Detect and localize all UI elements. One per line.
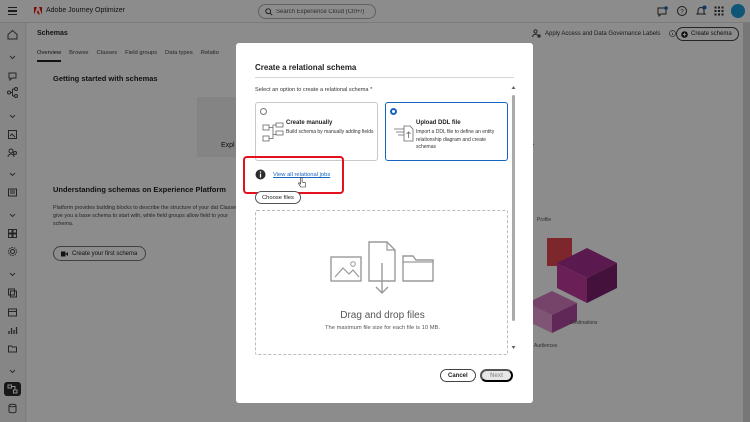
dropzone-title: Drag and drop files bbox=[340, 310, 425, 321]
files-illustration-icon bbox=[330, 241, 434, 294]
option-prompt: Select an option to create a relational … bbox=[255, 87, 372, 93]
create-manually-option[interactable]: Create manually Build schema by manually… bbox=[255, 102, 378, 161]
cancel-button[interactable]: Cancel bbox=[440, 369, 476, 382]
choose-files-button[interactable]: Choose files bbox=[255, 191, 301, 204]
upload-ddl-option[interactable]: Upload DDL file Import a DDL file to def… bbox=[385, 102, 508, 161]
hand-cursor-icon bbox=[298, 177, 306, 188]
create-manually-radio[interactable] bbox=[260, 108, 267, 115]
file-dropzone[interactable]: Drag and drop files The maximum file siz… bbox=[255, 210, 508, 355]
manual-schema-icon bbox=[262, 122, 284, 142]
dialog-title: Create a relational schema bbox=[255, 63, 357, 72]
upload-ddl-title: Upload DDL file bbox=[416, 120, 461, 126]
create-manually-title: Create manually bbox=[286, 120, 333, 126]
upload-ddl-radio[interactable] bbox=[390, 108, 397, 115]
dialog-scrollbar-thumb[interactable] bbox=[512, 95, 515, 321]
scroll-up-icon[interactable] bbox=[511, 85, 516, 90]
create-manually-desc: Build schema by manually adding fields bbox=[286, 129, 374, 135]
create-relational-schema-dialog: Create a relational schema Select an opt… bbox=[236, 43, 533, 403]
dialog-divider bbox=[255, 77, 514, 78]
upload-ddl-desc: Import a DDL file to define an entity re… bbox=[416, 129, 495, 150]
required-mark: * bbox=[370, 87, 373, 93]
dropzone-subtitle: The maximum file size for each file is 1… bbox=[324, 325, 440, 331]
info-icon bbox=[255, 169, 266, 180]
option-prompt-text: Select an option to create a relational … bbox=[255, 87, 369, 93]
scroll-down-icon[interactable] bbox=[511, 345, 516, 350]
ddl-upload-icon bbox=[394, 125, 414, 142]
next-button[interactable]: Next bbox=[480, 369, 514, 382]
